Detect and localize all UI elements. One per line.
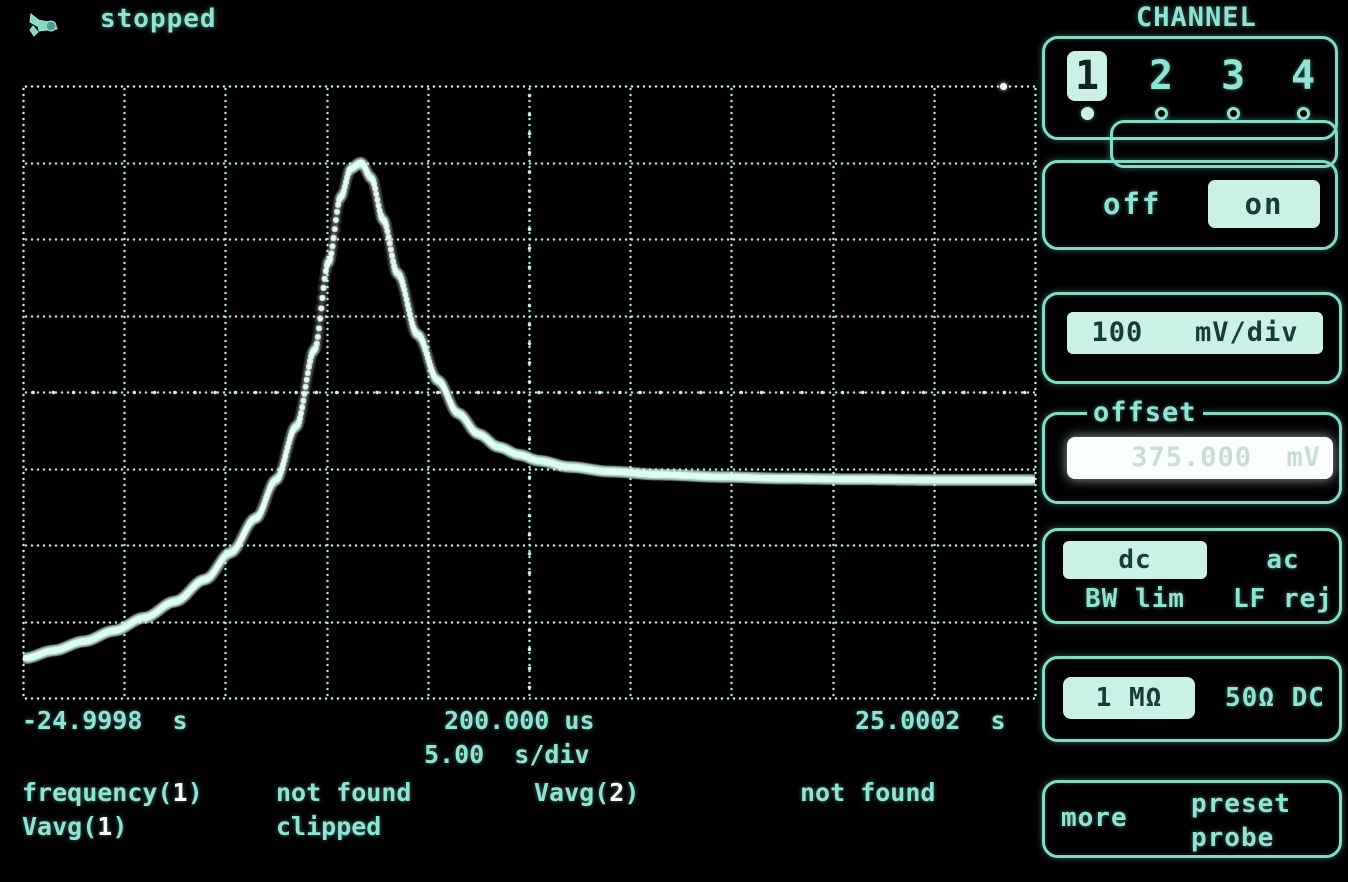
impedance-50-button[interactable]: 50Ω DC xyxy=(1213,677,1337,719)
measurement-vavg1-value: clipped xyxy=(276,812,382,841)
offset-panel: offset 375.000 mV xyxy=(1042,397,1342,504)
measurement-vavg2-paren: ) xyxy=(624,778,640,807)
oscilloscope-screen: stopped -24.9998 s 200.000 us 25.0002 s … xyxy=(0,0,1348,882)
channel-indicator-2 xyxy=(1155,107,1168,120)
volts-per-div-panel: 100 mV/div xyxy=(1042,292,1342,384)
graticule[interactable] xyxy=(22,83,1037,700)
coupling-panel: dc ac BW lim LF rej xyxy=(1042,528,1342,624)
display-toggle-panel: off on xyxy=(1042,160,1338,250)
more-button[interactable]: more xyxy=(1061,803,1128,833)
run-stop-icon[interactable] xyxy=(27,10,63,40)
measurement-frequency-label: frequency(1) xyxy=(22,778,203,807)
time-axis-labels: -24.9998 s 200.000 us 25.0002 s 5.00 s/d… xyxy=(0,702,1035,769)
channel-menu-title: CHANNEL xyxy=(1136,2,1257,33)
time-per-div-label: 5.00 s/div xyxy=(424,740,590,769)
preset-probe-line1: preset xyxy=(1191,789,1291,819)
waveform-trace xyxy=(23,86,1035,698)
time-right-label: 25.0002 s xyxy=(855,706,1006,735)
display-off-button[interactable]: off xyxy=(1103,187,1161,221)
channel-button-1[interactable]: 1 xyxy=(1067,51,1107,101)
preset-probe-button[interactable]: preset probe xyxy=(1191,787,1341,855)
measurement-vavg2-label: Vavg(2) xyxy=(534,778,639,807)
trigger-marker-icon xyxy=(999,83,1007,90)
lf-reject-button[interactable]: LF rej xyxy=(1221,581,1345,617)
channel-button-3[interactable]: 3 xyxy=(1213,51,1253,101)
measurement-vavg1-channel: 1 xyxy=(97,812,113,841)
status-bar: stopped xyxy=(0,0,1030,58)
channel-indicator-3 xyxy=(1227,107,1240,120)
volts-per-div-field[interactable]: 100 mV/div xyxy=(1067,312,1323,354)
channel-indicator-4 xyxy=(1297,107,1310,120)
measurement-vavg2-value: not found xyxy=(800,778,936,807)
preset-probe-line2: probe xyxy=(1191,823,1275,853)
channel-button-2[interactable]: 2 xyxy=(1141,51,1181,101)
measurement-vavg2-channel: 2 xyxy=(609,778,625,807)
channel-indicator-1 xyxy=(1081,107,1094,120)
display-on-button[interactable]: on xyxy=(1208,180,1320,228)
run-state-label: stopped xyxy=(100,4,217,34)
bandwidth-limit-button[interactable]: BW lim xyxy=(1063,581,1207,617)
coupling-ac-button[interactable]: ac xyxy=(1233,541,1333,579)
measurement-readouts: frequency(1) not found Vavg(2) not found… xyxy=(0,776,1035,876)
side-menu: CHANNEL 1 2 3 4 off on 100 mV/div offset… xyxy=(1036,0,1348,882)
measurement-frequency-paren: ) xyxy=(187,778,203,807)
measurement-vavg1-paren: ) xyxy=(112,812,128,841)
measurement-vavg2-name: Vavg( xyxy=(534,778,610,807)
more-panel: more preset probe xyxy=(1042,780,1342,858)
input-impedance-panel: 1 MΩ 50Ω DC xyxy=(1042,656,1342,742)
offset-field[interactable]: 375.000 mV xyxy=(1067,437,1333,479)
measurement-frequency-name: frequency( xyxy=(22,778,173,807)
time-left-label: -24.9998 s xyxy=(22,706,188,735)
time-center-label: 200.000 us xyxy=(444,706,595,735)
measurement-vavg1-label: Vavg(1) xyxy=(22,812,127,841)
measurement-frequency-value: not found xyxy=(276,778,412,807)
offset-label: offset xyxy=(1087,397,1203,428)
impedance-1m-button[interactable]: 1 MΩ xyxy=(1063,677,1195,719)
channel-button-4[interactable]: 4 xyxy=(1283,51,1323,101)
coupling-dc-button[interactable]: dc xyxy=(1063,541,1207,579)
measurement-frequency-channel: 1 xyxy=(172,778,188,807)
measurement-vavg1-name: Vavg( xyxy=(22,812,98,841)
